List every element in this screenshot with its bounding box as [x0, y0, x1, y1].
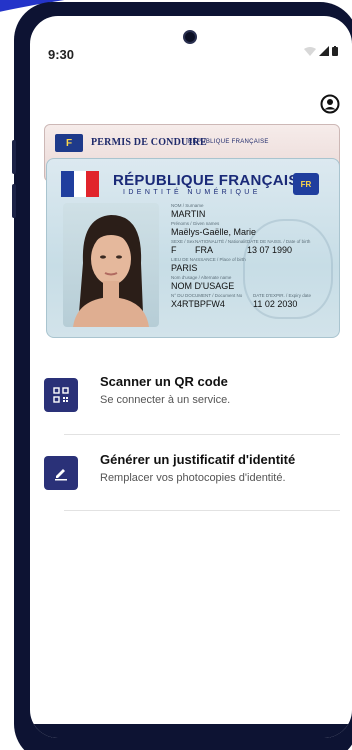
french-flag-icon [61, 171, 100, 197]
front-camera [183, 30, 197, 44]
usage-name-value: NOM D'USAGE [171, 281, 235, 291]
status-time: 9:30 [48, 47, 75, 62]
given-names-value: Maëlys-Gaëlle, Marie [171, 227, 257, 237]
generate-proof-subtitle: Remplacer vos photocopies d'identité. [100, 472, 286, 484]
generate-proof-item[interactable]: Générer un justificatif d'identité Rempl… [44, 452, 342, 512]
signal-icon [319, 46, 329, 56]
sex-nationality-birth-row: SEXE / Sex F NATIONALITÉ / Nationality F… [171, 239, 331, 257]
generate-proof-title: Générer un justificatif d'identité [100, 452, 296, 467]
scan-qr-item[interactable]: Scanner un QR code Se connecter à un ser… [44, 374, 342, 434]
status-icons [304, 46, 338, 56]
document-number-value: X4RTBPFW4 [171, 299, 225, 309]
portrait-image [73, 215, 149, 327]
birth-place-value: PARIS [171, 263, 198, 273]
id-card-subtitle: IDENTITÉ NUMÉRIQUE [123, 189, 261, 196]
volume-down-button [12, 184, 16, 218]
licence-flag-icon: F [55, 134, 83, 152]
birth-date-value: 13 07 1990 [247, 245, 293, 255]
menu-divider [64, 434, 340, 435]
eu-flag-icon: FR [293, 173, 319, 195]
sex-value: F [171, 245, 177, 255]
bottom-bezel [30, 724, 352, 738]
id-photo [63, 203, 159, 327]
identity-card[interactable]: RÉPUBLIQUE FRANÇAISE IDENTITÉ NUMÉRIQUE … [46, 158, 340, 338]
id-fields: NOM / Surname MARTIN Prénoms / Given nam… [171, 203, 331, 311]
volume-up-button [12, 140, 16, 174]
nationality-value: FRA [195, 245, 213, 255]
stage: 9:30 F PERMIS DE CONDUIRE RÉPUBLIQUE FRA… [0, 0, 352, 750]
profile-icon[interactable] [320, 94, 340, 114]
document-expiry-row: N° DU DOCUMENT / Document No X4RTBPFW4 D… [171, 293, 331, 311]
surname-value: MARTIN [171, 209, 206, 219]
scan-qr-title: Scanner un QR code [100, 374, 228, 389]
id-card-title: RÉPUBLIQUE FRANÇAISE [113, 172, 310, 189]
pencil-icon [44, 456, 78, 490]
menu-divider [64, 510, 340, 511]
qr-code-icon [44, 378, 78, 412]
expiry-date-value: 11 02 2030 [253, 299, 298, 309]
licence-subtitle: RÉPUBLIQUE FRANÇAISE [188, 139, 269, 145]
wifi-icon [304, 46, 316, 56]
scan-qr-subtitle: Se connecter à un service. [100, 394, 231, 406]
battery-icon [332, 46, 338, 56]
phone-screen: 9:30 F PERMIS DE CONDUIRE RÉPUBLIQUE FRA… [30, 16, 352, 738]
